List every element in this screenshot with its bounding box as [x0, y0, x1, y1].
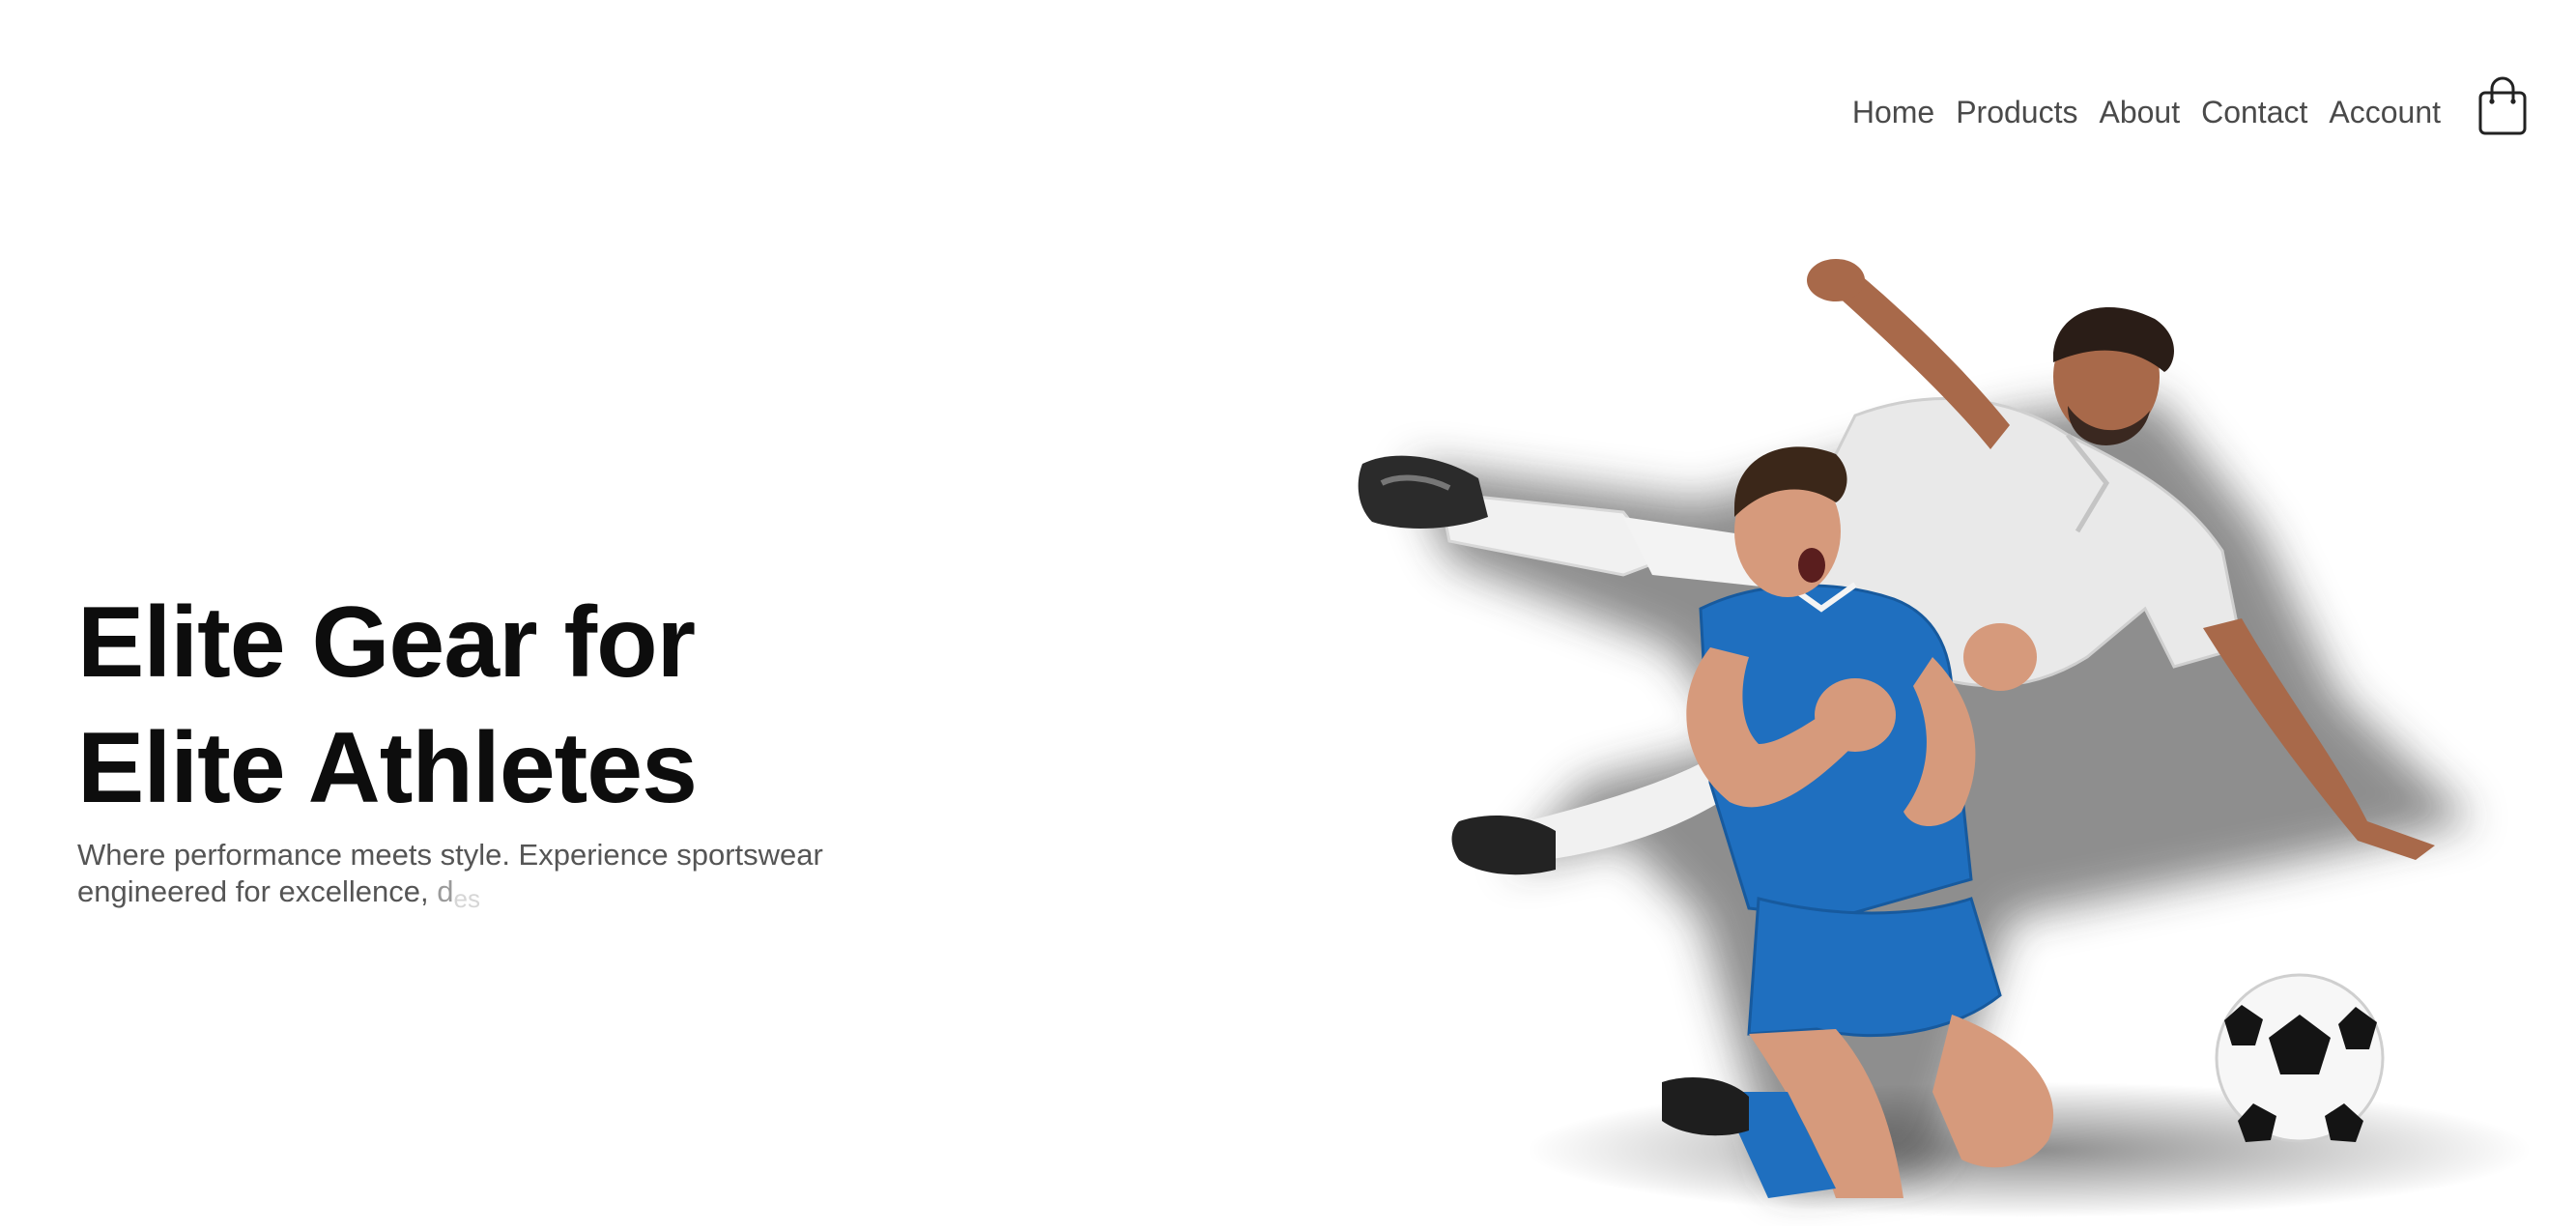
- nav-account-link[interactable]: Account: [2329, 93, 2441, 131]
- hero-title: Elite Gear for Elite Athletes: [77, 580, 947, 831]
- hero-subtitle-typing-1: d: [437, 874, 454, 908]
- nav-about-link[interactable]: About: [2099, 93, 2180, 131]
- hero-title-line-2: Elite Athletes: [77, 712, 698, 824]
- main-nav: Home Products About Contact Account: [1852, 93, 2441, 131]
- hero-subtitle-typing-2: es: [453, 884, 480, 913]
- hero-title-line-1: Elite Gear for: [77, 587, 696, 699]
- hero-subtitle: Where performance meets style. Experienc…: [77, 837, 879, 917]
- hero-section: Elite Gear for Elite Athletes Where perf…: [77, 580, 947, 917]
- soccer-players-illustration: [1333, 242, 2576, 1226]
- nav-products-link[interactable]: Products: [1956, 93, 2077, 131]
- site-header: Home Products About Contact Account: [0, 0, 2576, 193]
- nav-home-link[interactable]: Home: [1852, 93, 1934, 131]
- cart-button[interactable]: [2476, 75, 2530, 137]
- shopping-bag-icon: [2478, 76, 2527, 135]
- hero-image: [1358, 259, 2532, 1217]
- nav-contact-link[interactable]: Contact: [2201, 93, 2307, 131]
- soccer-ball: [2215, 973, 2385, 1143]
